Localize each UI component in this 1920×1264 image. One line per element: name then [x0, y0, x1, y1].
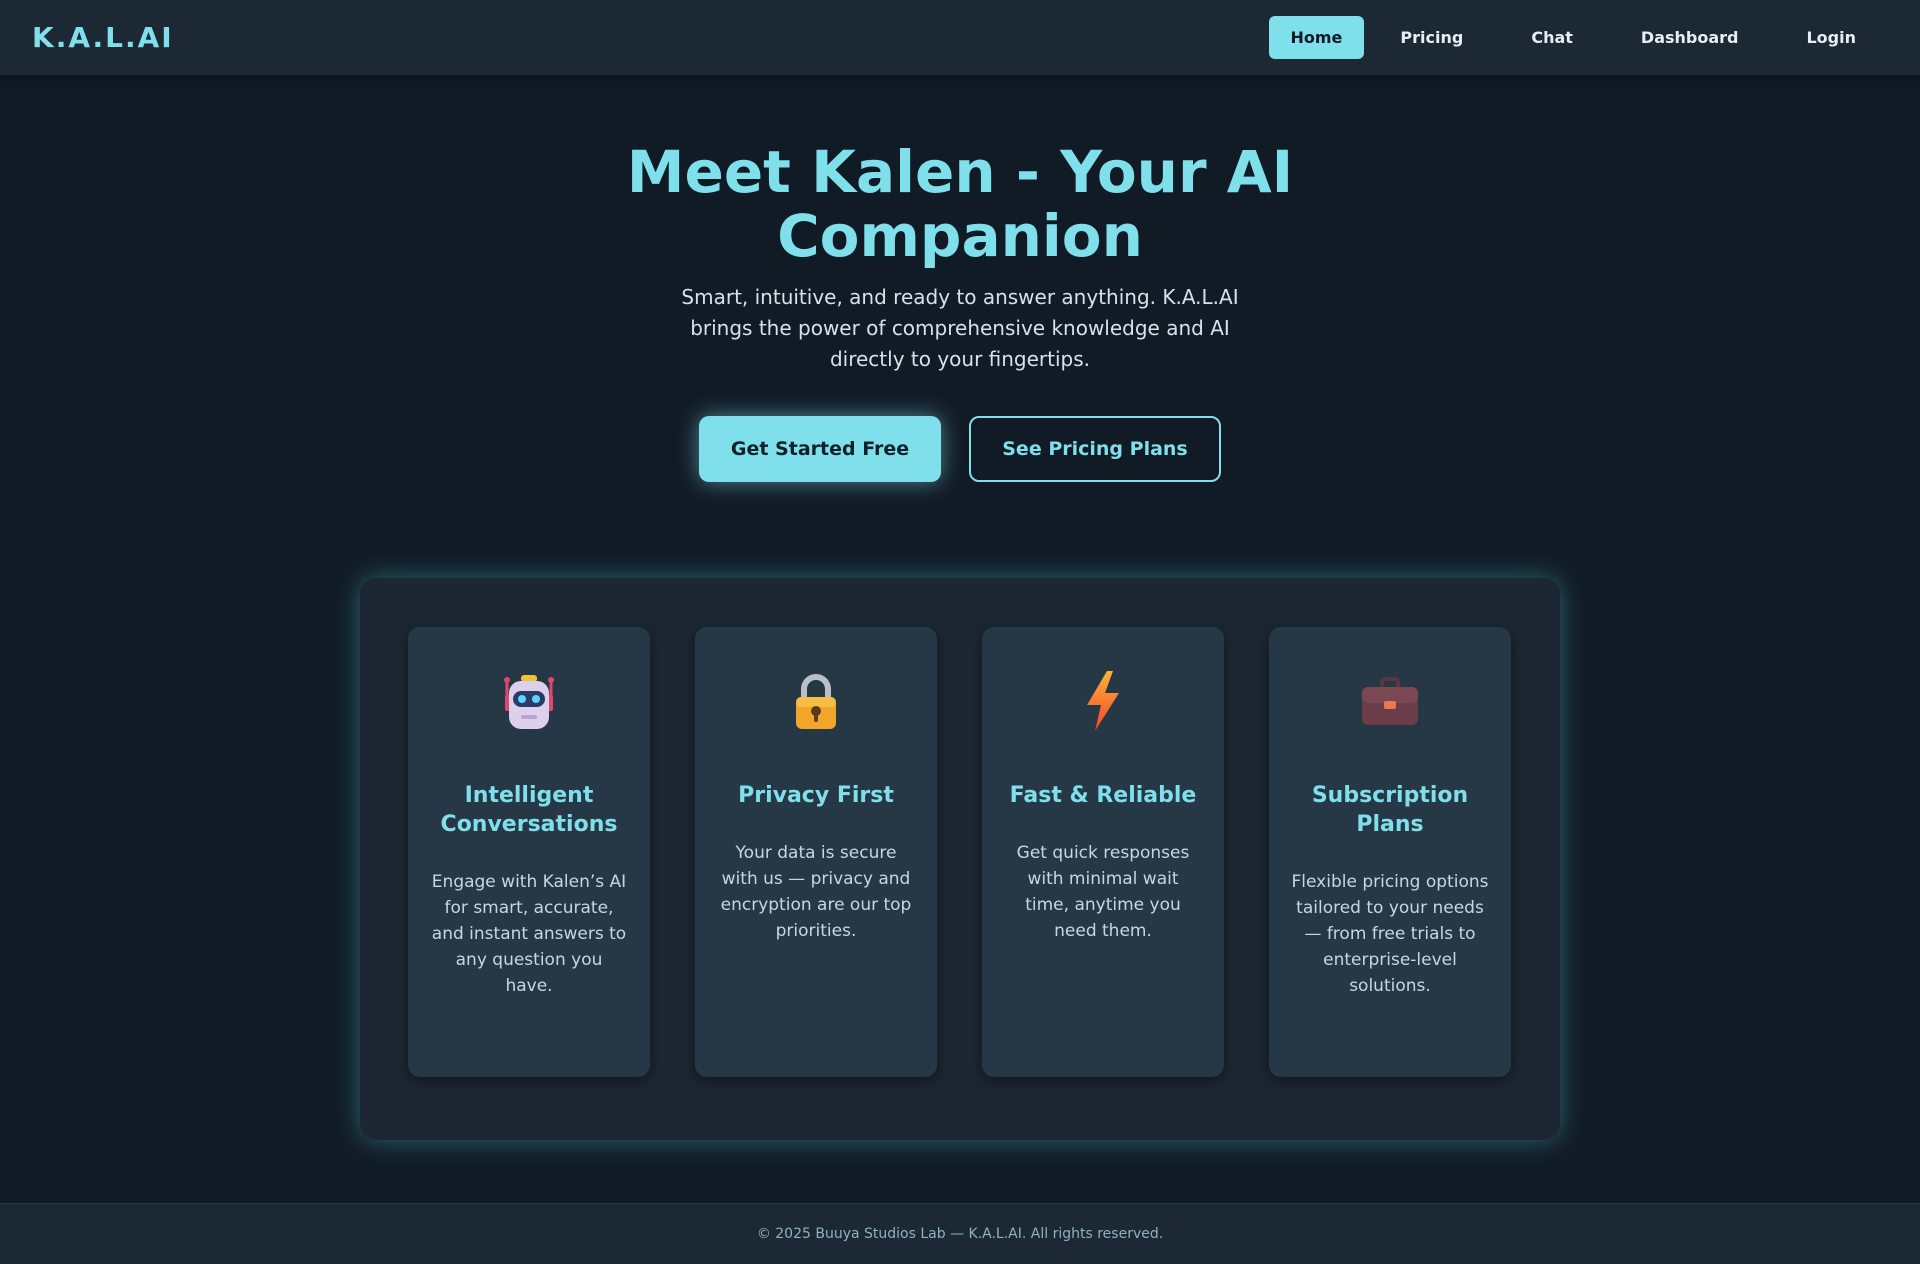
nav-chat[interactable]: Chat	[1499, 16, 1605, 59]
nav-home[interactable]: Home	[1268, 16, 1365, 59]
feature-card-privacy: Privacy First Your data is secure with u…	[695, 627, 937, 1077]
features-panel: Intelligent Conversations Engage with Ka…	[360, 578, 1560, 1140]
nav-pricing[interactable]: Pricing	[1368, 16, 1495, 59]
feature-card-conversations: Intelligent Conversations Engage with Ka…	[408, 627, 650, 1077]
footer: © 2025 Buuya Studios Lab — K.A.L.AI. All…	[0, 1203, 1920, 1264]
hero-subtitle: Smart, intuitive, and ready to answer an…	[681, 285, 1239, 371]
briefcase-icon	[1362, 677, 1418, 725]
footer-copyright: © 2025 Buuya Studios Lab — K.A.L.AI. All…	[756, 1226, 1164, 1242]
feature-title: Intelligent Conversations	[440, 783, 618, 837]
top-navbar: K.A.L.AI Home Pricing Chat Dashboard Log…	[0, 0, 1920, 75]
feature-card-fast: Fast & Reliable Get quick responses with…	[982, 627, 1224, 1077]
see-pricing-button[interactable]: See Pricing Plans	[969, 416, 1221, 482]
lock-icon	[796, 674, 836, 729]
cta-row: Get Started Free See Pricing Plans	[0, 416, 1920, 482]
brand-logo[interactable]: K.A.L.AI	[32, 21, 174, 54]
nav-login[interactable]: Login	[1774, 16, 1888, 59]
main-nav: Home Pricing Chat Dashboard Login	[1268, 16, 1889, 59]
robot-icon	[504, 675, 554, 729]
feature-description: Engage with Kalen’s AI for smart, accura…	[431, 872, 627, 996]
feature-title: Subscription Plans	[1311, 783, 1469, 837]
lightning-icon	[1087, 671, 1119, 731]
hero-title: Meet Kalen - Your AI Companion	[626, 138, 1294, 270]
feature-description: Get quick responses with minimal wait ti…	[1016, 843, 1190, 941]
hero-section: Meet Kalen - Your AI Companion Smart, in…	[0, 140, 1920, 482]
feature-title: Fast & Reliable	[1009, 783, 1197, 808]
nav-dashboard[interactable]: Dashboard	[1609, 16, 1771, 59]
feature-description: Your data is secure with us — privacy an…	[720, 843, 912, 941]
feature-description: Flexible pricing options tailored to you…	[1291, 872, 1489, 996]
feature-card-subscription: Subscription Plans Flexible pricing opti…	[1269, 627, 1511, 1077]
feature-title: Privacy First	[738, 783, 894, 808]
get-started-button[interactable]: Get Started Free	[699, 416, 941, 482]
